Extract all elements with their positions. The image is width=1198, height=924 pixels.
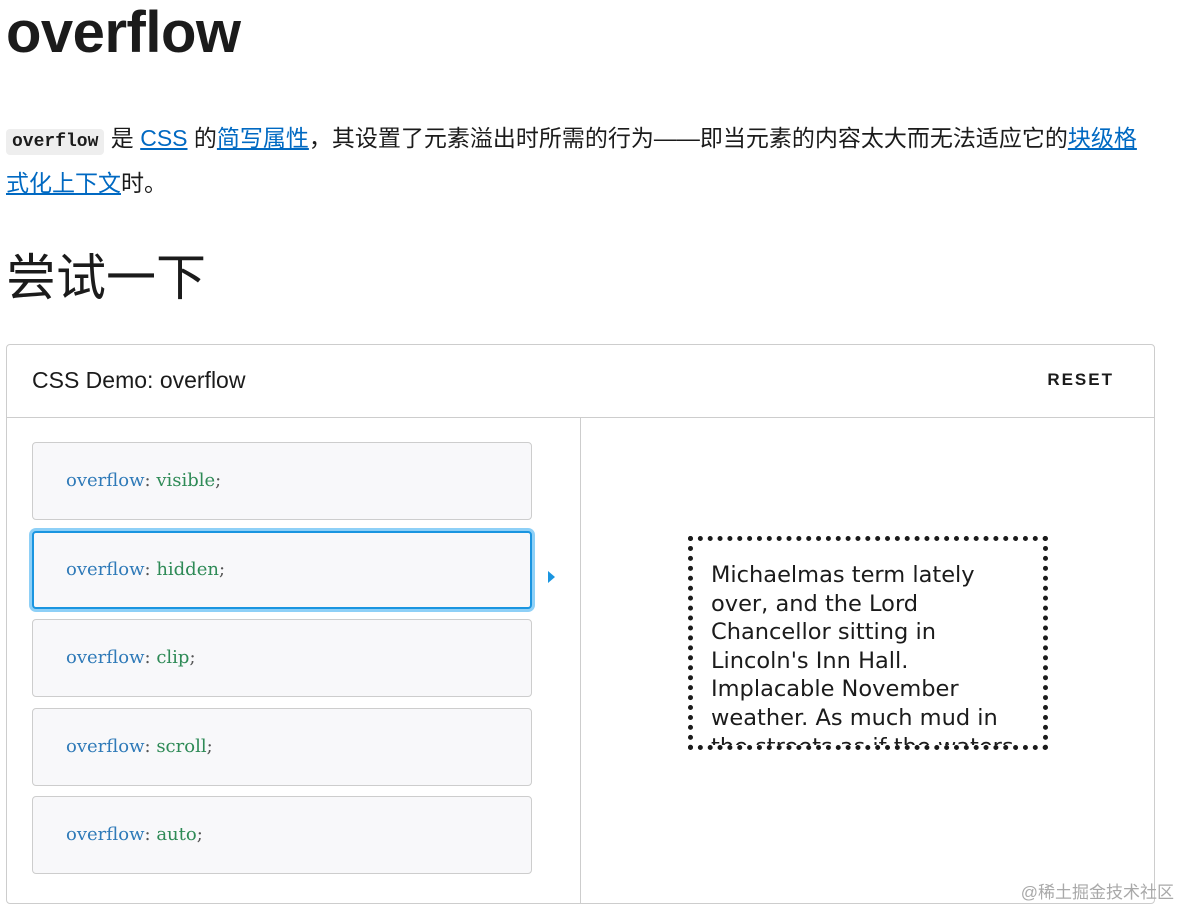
section-title-try-it: 尝试一下 <box>6 250 206 306</box>
inline-code-overflow: overflow <box>6 129 105 155</box>
intro-text-1: 是 <box>104 125 141 151</box>
choice-overflow-visible[interactable]: overflow: visible; <box>32 442 532 520</box>
choice-code: overflow: auto; <box>66 824 203 845</box>
link-css[interactable]: CSS <box>140 125 187 151</box>
reset-button[interactable]: RESET <box>1047 370 1114 390</box>
choice-overflow-auto[interactable]: overflow: auto; <box>32 796 532 874</box>
output-panel: Michaelmas term lately over, and the Lor… <box>582 418 1154 903</box>
demo-header: CSS Demo: overflow RESET <box>7 345 1154 418</box>
watermark: @稀土掘金技术社区 <box>1020 883 1174 902</box>
example-element: Michaelmas term lately over, and the Lor… <box>688 536 1048 750</box>
example-text: Michaelmas term lately over, and the Lor… <box>711 562 1014 750</box>
caret-right-icon <box>548 571 555 583</box>
demo-title: CSS Demo: overflow <box>32 367 246 393</box>
choice-overflow-scroll[interactable]: overflow: scroll; <box>32 708 532 786</box>
choice-code: overflow: visible; <box>66 470 222 491</box>
choice-overflow-hidden[interactable]: overflow: hidden; <box>32 531 532 609</box>
choice-code: overflow: clip; <box>66 647 196 668</box>
page-title: overflow <box>6 0 241 65</box>
choice-overflow-clip[interactable]: overflow: clip; <box>32 619 532 697</box>
choice-code: overflow: hidden; <box>66 559 226 580</box>
choice-code: overflow: scroll; <box>66 736 213 757</box>
page: overflow overflow 是 CSS 的简写属性，其设置了元素溢出时所… <box>0 0 1198 924</box>
link-shorthand-property[interactable]: 简写属性 <box>217 125 309 151</box>
intro-text-4: 时。 <box>121 170 167 196</box>
intro-text-3: ，其设置了元素溢出时所需的行为——即当元素的内容太大而无法适应它的 <box>308 125 1068 151</box>
interactive-demo: CSS Demo: overflow RESET overflow: visib… <box>6 344 1155 904</box>
intro-paragraph: overflow 是 CSS 的简写属性，其设置了元素溢出时所需的行为——即当元… <box>6 118 1156 204</box>
intro-text-2: 的 <box>187 125 217 151</box>
choices-panel: overflow: visible; overflow: hidden; ove… <box>7 418 581 903</box>
